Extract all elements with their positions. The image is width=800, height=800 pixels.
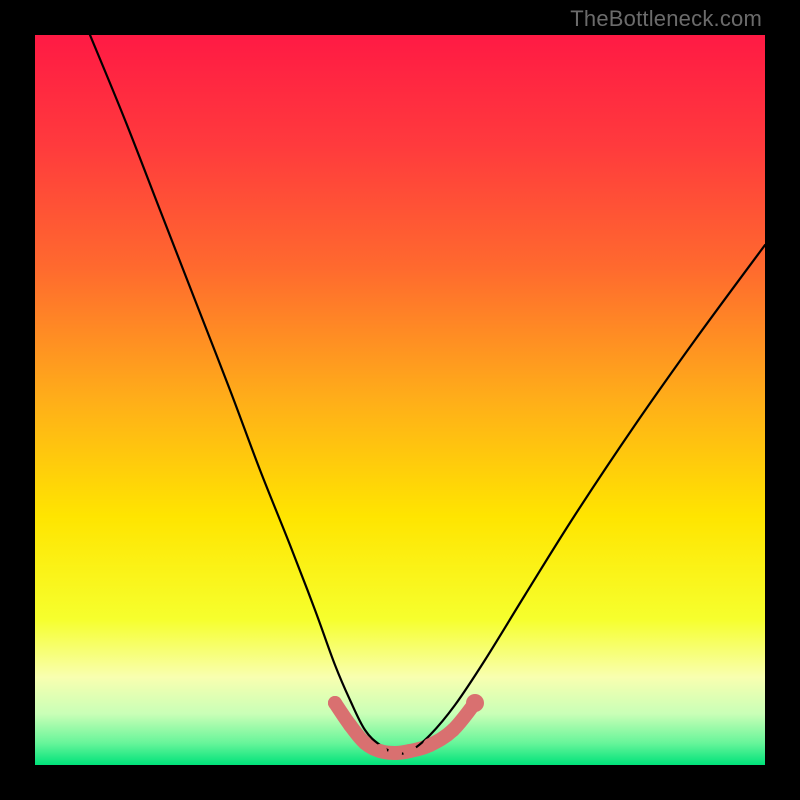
chart-frame: TheBottleneck.com: [0, 0, 800, 800]
trough-dot: [358, 736, 372, 750]
trough-dot: [328, 696, 342, 710]
bottleneck-curve: [90, 35, 765, 754]
trough-dot: [343, 718, 357, 732]
curve-layer: [35, 35, 765, 765]
watermark-text: TheBottleneck.com: [570, 6, 762, 32]
trough-dot: [466, 694, 484, 712]
trough-dot: [373, 744, 387, 758]
trough-dot: [446, 723, 460, 737]
trough-dot: [423, 738, 437, 752]
plot-area: [35, 35, 765, 765]
trough-dot: [388, 746, 402, 760]
trough-dot: [403, 744, 417, 758]
